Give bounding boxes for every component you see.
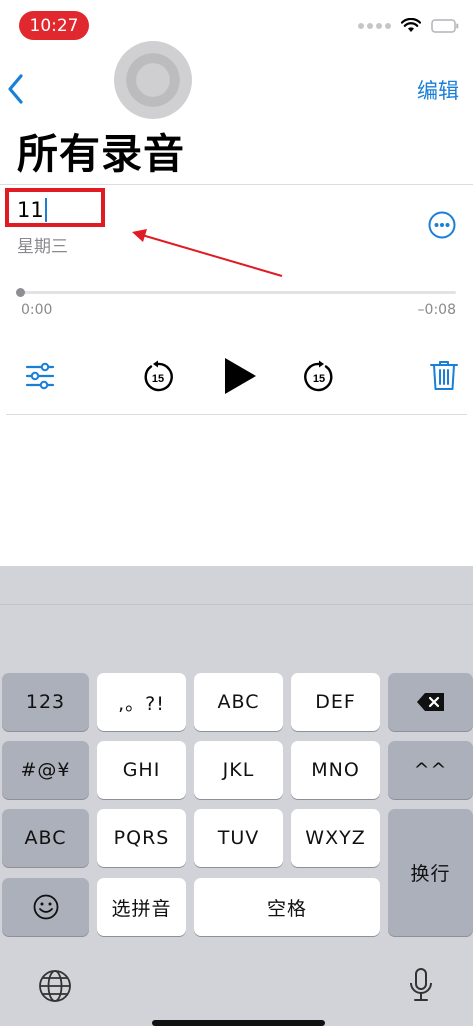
key-jkl[interactable]: JKL [194,741,283,799]
trash-icon[interactable] [430,359,458,391]
play-icon[interactable] [222,356,258,396]
key-def[interactable]: DEF [291,673,380,731]
status-icons [358,18,459,33]
svg-text:15: 15 [313,373,325,385]
key-return[interactable]: 换行 [388,809,473,936]
keyboard-candidate-bar [0,604,473,605]
scrubber-handle[interactable] [16,288,25,297]
key-ghi[interactable]: GHI [97,741,186,799]
key-mno[interactable]: MNO [291,741,380,799]
key-pqrs[interactable]: PQRS [97,809,186,867]
svg-text:15: 15 [152,373,164,385]
key-emoticon[interactable]: ^^ [388,741,473,799]
status-time: 10:27 [19,11,89,40]
page-title: 所有录音 [17,130,185,178]
microphone-icon[interactable] [408,967,434,1003]
battery-icon [431,18,459,33]
edit-button[interactable]: 编辑 [417,75,459,105]
key-delete[interactable] [388,673,473,731]
globe-icon[interactable] [38,969,72,1003]
remaining-time: –0:08 [417,302,456,318]
key-tuv[interactable]: TUV [194,809,283,867]
recording-date: 星期三 [17,237,68,257]
key-select-pinyin[interactable]: 选拼音 [97,878,186,936]
divider [6,414,467,415]
wifi-icon [401,18,421,32]
elapsed-time: 0:00 [21,302,53,318]
signal-icon [358,22,391,29]
key-emoji[interactable] [2,878,89,936]
key-wxyz[interactable]: WXYZ [291,809,380,867]
playback-scrubber[interactable] [20,291,456,294]
backspace-icon [416,693,444,711]
key-abc[interactable]: ABC [194,673,283,731]
options-sliders-icon[interactable] [25,362,55,390]
back-chevron-icon[interactable] [6,72,26,106]
divider [0,184,473,185]
home-indicator[interactable] [152,1020,325,1026]
key-123[interactable]: 123 [2,673,89,731]
key-symbols[interactable]: #@¥ [2,741,89,799]
assistive-touch-overlay[interactable] [114,41,192,119]
key-abc-mode[interactable]: ABC [2,809,89,867]
skip-forward-15-icon[interactable]: 15 [302,360,336,394]
more-options-icon[interactable] [428,211,456,239]
key-punctuation[interactable]: ,。?! [97,673,186,731]
highlight-annotation-box [5,188,105,227]
emoji-icon [33,894,58,920]
skip-back-15-icon[interactable]: 15 [141,360,175,394]
key-space[interactable]: 空格 [194,878,380,936]
